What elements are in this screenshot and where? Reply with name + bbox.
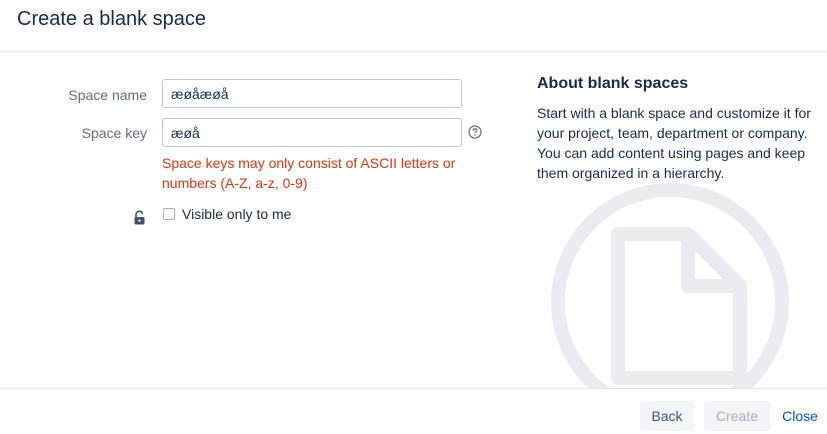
create-button[interactable]: Create (704, 401, 770, 431)
space-key-input[interactable] (162, 118, 462, 147)
about-panel: About blank spaces Start with a blank sp… (520, 52, 827, 388)
close-button[interactable]: Close (776, 401, 824, 431)
visible-only-to-me-checkbox[interactable] (163, 208, 175, 220)
dialog-header: Create a blank space (0, 0, 827, 52)
blank-page-illustration (551, 183, 789, 388)
visible-only-to-me-label[interactable]: Visible only to me (182, 206, 291, 222)
dialog-footer: Back Create Close (0, 388, 827, 434)
space-key-label: Space key (81, 125, 147, 141)
space-name-label: Space name (68, 87, 147, 103)
dialog-title: Create a blank space (17, 8, 207, 30)
help-icon[interactable] (468, 125, 482, 139)
space-name-input[interactable] (162, 79, 462, 108)
about-title: About blank spaces (537, 75, 689, 92)
about-description: Start with a blank space and customize i… (537, 105, 811, 181)
create-space-form: Space name Space key Space keys may only… (0, 52, 520, 388)
back-button[interactable]: Back (640, 401, 694, 431)
space-key-error: Space keys may only consist of ASCII let… (162, 155, 456, 191)
lock-icon (134, 210, 145, 225)
